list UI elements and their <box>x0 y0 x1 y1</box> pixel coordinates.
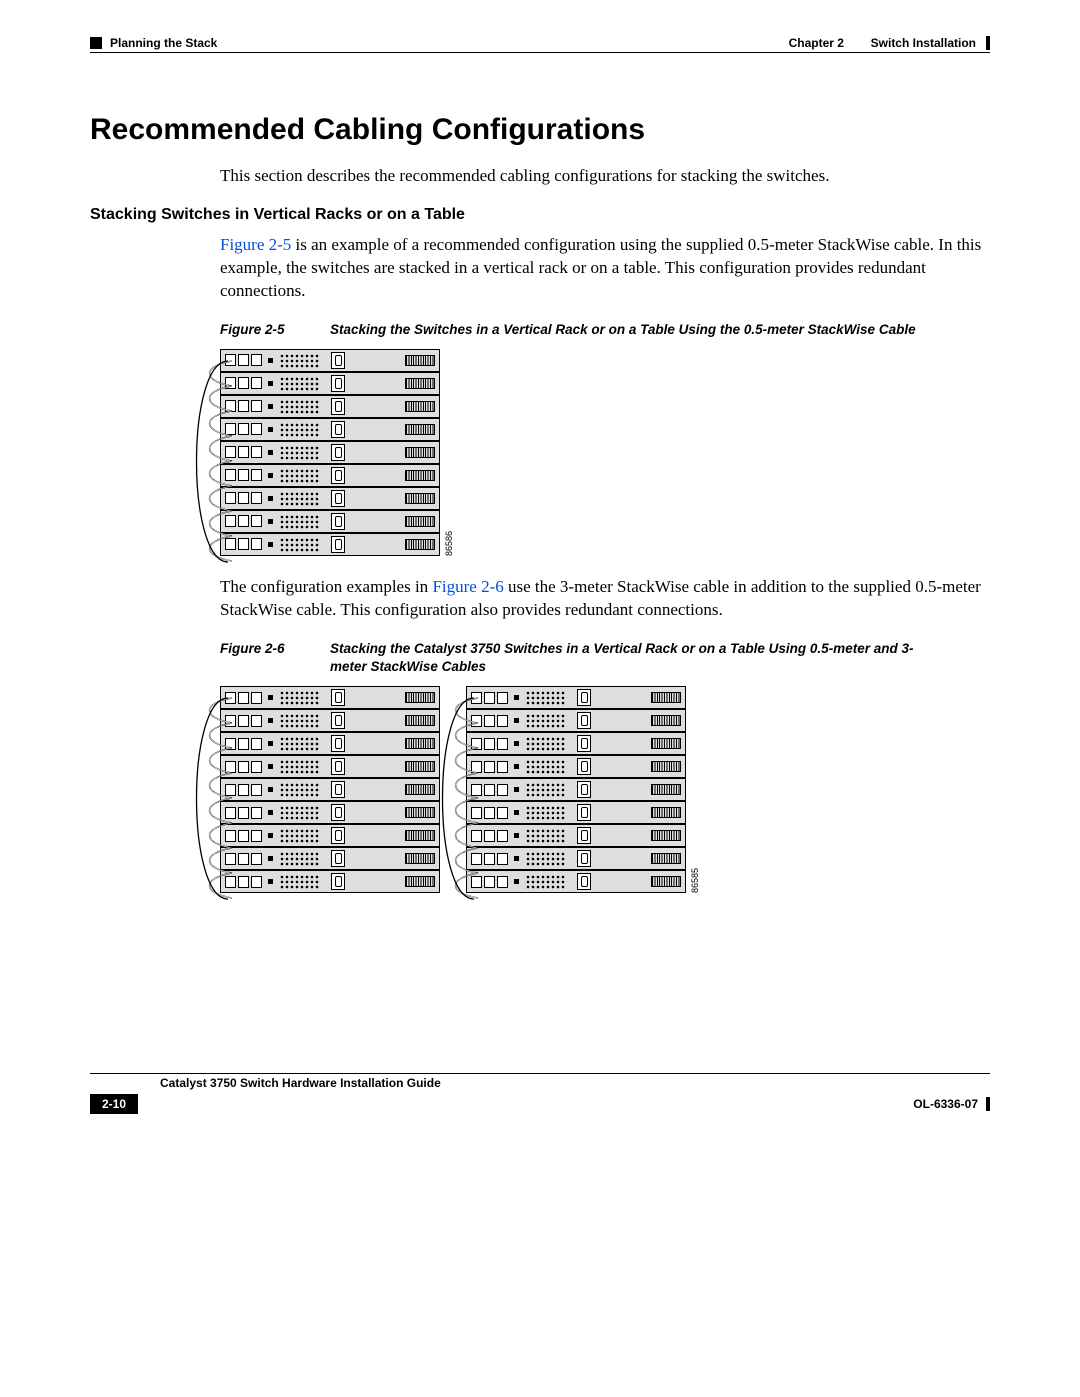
header-chapter-title: Switch Installation <box>871 36 976 50</box>
figure-caption-text: Stacking the Switches in a Vertical Rack… <box>330 321 990 339</box>
subsection-paragraph: Figure 2-5 is an example of a recommende… <box>90 234 990 303</box>
figure-26-image: 86585 <box>90 686 990 893</box>
switch-unit <box>466 709 686 732</box>
intro-paragraph: This section describes the recommended c… <box>90 165 990 188</box>
figure-caption-26: Figure 2-6 Stacking the Catalyst 3750 Sw… <box>90 640 990 676</box>
figure-25-image: 86586 <box>90 349 990 556</box>
switch-unit <box>220 441 440 464</box>
switch-unit <box>220 487 440 510</box>
switch-unit <box>220 395 440 418</box>
switch-unit <box>220 801 440 824</box>
switch-unit <box>220 464 440 487</box>
switch-unit <box>466 732 686 755</box>
switch-unit <box>466 686 686 709</box>
switch-unit <box>466 847 686 870</box>
switch-unit <box>220 847 440 870</box>
page-number-badge: 2-10 <box>90 1094 138 1114</box>
figure-ref-link[interactable]: Figure 2-6 <box>432 577 503 596</box>
switch-unit <box>220 778 440 801</box>
mid-paragraph: The configuration examples in Figure 2-6… <box>90 576 990 622</box>
header-bar-icon <box>986 36 990 50</box>
footer-bar-icon <box>986 1097 990 1111</box>
switch-unit <box>220 709 440 732</box>
figure-ref-link[interactable]: Figure 2-5 <box>220 235 291 254</box>
switch-unit <box>220 870 440 893</box>
image-id-label: 86585 <box>690 868 700 893</box>
switch-unit <box>220 824 440 847</box>
paragraph-text: The configuration examples in <box>220 577 432 596</box>
figure-number: Figure 2-6 <box>220 640 330 676</box>
switch-unit <box>466 755 686 778</box>
footer-rule <box>90 1073 990 1074</box>
switch-unit <box>220 533 440 556</box>
page-footer: Catalyst 3750 Switch Hardware Installati… <box>0 1073 1080 1144</box>
switch-unit <box>466 801 686 824</box>
header-chapter-label: Chapter 2 <box>789 36 844 50</box>
header-rule <box>90 52 990 53</box>
document-id: OL-6336-07 <box>913 1097 978 1111</box>
figure-caption-25: Figure 2-5 Stacking the Switches in a Ve… <box>90 321 990 339</box>
switch-unit <box>220 732 440 755</box>
switch-unit <box>220 755 440 778</box>
header-bullet-icon <box>90 37 102 49</box>
paragraph-text: is an example of a recommended configura… <box>220 235 981 300</box>
switch-unit <box>466 870 686 893</box>
image-id-label: 86586 <box>444 531 454 556</box>
switch-unit <box>466 824 686 847</box>
figure-number: Figure 2-5 <box>220 321 330 339</box>
switch-unit <box>220 349 440 372</box>
subsection-heading: Stacking Switches in Vertical Racks or o… <box>90 206 990 224</box>
switch-unit <box>220 686 440 709</box>
figure-caption-text: Stacking the Catalyst 3750 Switches in a… <box>330 640 990 676</box>
switch-unit <box>220 372 440 395</box>
running-header: Planning the Stack Chapter 2 Switch Inst… <box>90 36 990 50</box>
switch-unit <box>466 778 686 801</box>
header-left-section: Planning the Stack <box>110 36 217 50</box>
switch-unit <box>220 418 440 441</box>
footer-guide-title: Catalyst 3750 Switch Hardware Installati… <box>160 1076 990 1090</box>
switch-unit <box>220 510 440 533</box>
section-title: Recommended Cabling Configurations <box>90 113 990 147</box>
